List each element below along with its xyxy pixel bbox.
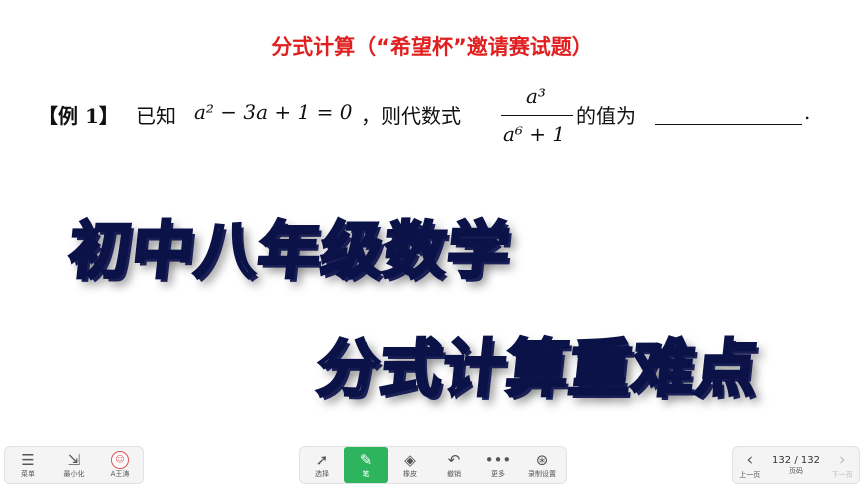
after-text: 的值为 <box>576 104 636 128</box>
eraser-label: 橡皮 <box>403 470 417 478</box>
cursor-arrow-icon: ➚ <box>315 451 329 469</box>
avatar: ☺ <box>111 451 129 469</box>
pen-tool-button[interactable]: ✎ 笔 <box>344 447 388 483</box>
select-label: 选择 <box>315 470 329 478</box>
undo-label: 撤销 <box>447 470 461 478</box>
chevron-right-icon: › <box>838 450 846 470</box>
pen-icon: ✎ <box>359 451 373 469</box>
user-button[interactable]: ☺ A王涛 <box>97 447 143 483</box>
intro-text: 已知 <box>136 104 176 128</box>
answer-blank <box>655 124 802 125</box>
minimize-icon: ⇲ <box>67 451 81 469</box>
more-dots-icon: ••• <box>484 451 512 469</box>
page-label: 页码 <box>789 466 803 475</box>
record-settings-icon: ⊛ <box>535 451 549 469</box>
menu-label: 菜单 <box>21 470 35 478</box>
undo-button[interactable]: ↶ 撤销 <box>432 447 476 483</box>
overlay-title-line2: 分式计算重难点 <box>312 331 764 407</box>
equation: a² − 3a + 1 = 0 <box>194 100 353 124</box>
page-number-button[interactable]: 132 / 132 页码 <box>766 455 825 476</box>
example-label: 【例 1】 <box>38 104 119 128</box>
more-label: 更多 <box>491 470 505 478</box>
menu-button[interactable]: ☰ 菜单 <box>5 447 51 483</box>
minimize-label: 最小化 <box>63 470 85 478</box>
next-label: 下一页 <box>831 471 853 479</box>
pager-toolbar: ‹ 上一页 132 / 132 页码 › 下一页 <box>732 446 860 484</box>
overlay-title-line1: 初中八年级数学 <box>64 213 516 289</box>
hamburger-menu-icon: ☰ <box>21 451 35 469</box>
fraction-bar <box>501 115 573 116</box>
user-label: A王涛 <box>110 470 130 478</box>
prev-label: 上一页 <box>739 471 761 479</box>
chevron-left-icon: ‹ <box>746 450 754 470</box>
fraction-denominator: a⁶ + 1 <box>503 122 566 146</box>
next-page-button[interactable]: › 下一页 <box>826 450 859 480</box>
tools-toolbar: ➚ 选择 ✎ 笔 ◈ 橡皮 ↶ 撤销 ••• 更多 ⊛ 录制设置 <box>299 446 567 484</box>
record-label: 录制设置 <box>528 470 556 478</box>
more-button[interactable]: ••• 更多 <box>476 447 520 483</box>
record-settings-button[interactable]: ⊛ 录制设置 <box>520 447 564 483</box>
middle-text: ，则代数式 <box>361 104 461 128</box>
left-toolbar: ☰ 菜单 ⇲ 最小化 ☺ A王涛 <box>4 446 144 484</box>
pen-label: 笔 <box>362 470 370 478</box>
undo-icon: ↶ <box>447 451 461 469</box>
select-tool-button[interactable]: ➚ 选择 <box>300 447 344 483</box>
end-mark: . <box>804 100 811 124</box>
slide-title: 分式计算（“希望杯”邀请赛试题） <box>271 35 593 59</box>
fraction-numerator: a³ <box>526 84 546 108</box>
eraser-icon: ◈ <box>404 451 416 469</box>
eraser-tool-button[interactable]: ◈ 橡皮 <box>388 447 432 483</box>
prev-page-button[interactable]: ‹ 上一页 <box>733 450 766 480</box>
page-indicator: 132 / 132 <box>772 454 820 466</box>
minimize-button[interactable]: ⇲ 最小化 <box>51 447 97 483</box>
